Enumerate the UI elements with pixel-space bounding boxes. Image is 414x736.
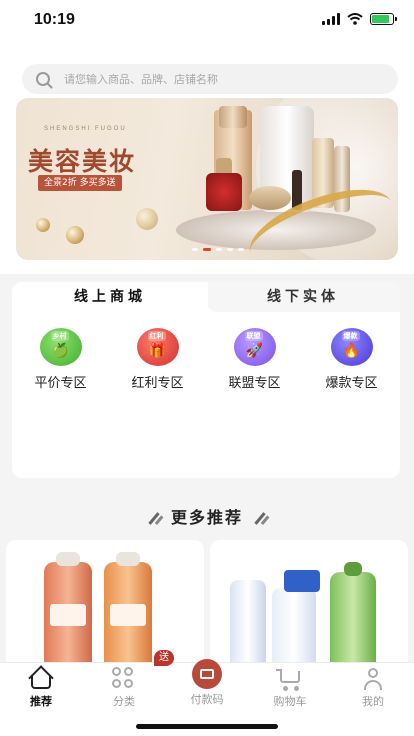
zone-bonus[interactable]: 红利 🎁 红利专区 bbox=[118, 328, 198, 391]
product-image bbox=[330, 572, 376, 670]
tab-label: 我的 bbox=[362, 695, 384, 708]
banner-dot[interactable] bbox=[192, 248, 198, 251]
channel-tabs: 线下实体 线上商城 bbox=[12, 282, 400, 314]
banner-ornament-image bbox=[136, 208, 158, 230]
zone-alliance[interactable]: 联盟 🚀 联盟专区 bbox=[215, 328, 295, 391]
tab-offline-store[interactable]: 线下实体 bbox=[206, 282, 400, 312]
zone-label: 联盟专区 bbox=[228, 376, 281, 391]
gift-icon: 红利 🎁 bbox=[136, 328, 179, 366]
search-icon bbox=[36, 72, 50, 86]
product-image bbox=[56, 552, 80, 566]
product-image bbox=[272, 588, 316, 670]
banner-dot[interactable] bbox=[216, 248, 222, 251]
banner-product-image bbox=[206, 173, 242, 211]
search-bar[interactable] bbox=[22, 64, 398, 94]
search-input[interactable] bbox=[64, 72, 364, 86]
home-indicator bbox=[136, 724, 278, 729]
product-image bbox=[116, 552, 140, 566]
product-image bbox=[344, 562, 362, 576]
home-icon bbox=[28, 665, 54, 691]
cart-icon bbox=[276, 667, 302, 691]
battery-icon bbox=[370, 13, 397, 25]
product-image bbox=[230, 580, 266, 670]
zone-label: 平价专区 bbox=[34, 376, 87, 391]
tab-label: 付款码 bbox=[190, 693, 224, 706]
banner-ornament-image bbox=[36, 218, 50, 232]
banner-product-image bbox=[249, 186, 291, 210]
slash-decoration-icon bbox=[148, 512, 160, 525]
tab-recommend[interactable]: 推荐 bbox=[11, 665, 71, 709]
signal-icon bbox=[322, 13, 340, 25]
banner-dot[interactable] bbox=[238, 248, 244, 251]
zone-list: 乡村 🍏 平价专区 红利 🎁 红利专区 联盟 🚀 联盟专区 爆款 🔥 爆款专区 bbox=[12, 328, 400, 391]
banner-pagination bbox=[192, 248, 244, 251]
banner-tag: 全景2折 多买多送 bbox=[38, 175, 122, 191]
profile-icon bbox=[361, 667, 385, 691]
product-label-image bbox=[110, 604, 146, 626]
slash-decoration-icon bbox=[254, 512, 266, 525]
tab-profile[interactable]: 我的 bbox=[343, 667, 403, 709]
category-icon bbox=[112, 667, 136, 691]
banner-dot[interactable] bbox=[203, 248, 211, 251]
product-label-image bbox=[50, 604, 86, 626]
product-image bbox=[284, 570, 320, 592]
status-bar: 10:19 bbox=[0, 0, 414, 44]
tab-pay-code[interactable]: 付款码 bbox=[177, 659, 237, 707]
product-card[interactable] bbox=[210, 540, 408, 670]
tab-online-mall[interactable]: 线上商城 bbox=[12, 282, 208, 312]
flame-icon: 爆款 🔥 bbox=[330, 328, 373, 366]
status-time: 10:19 bbox=[34, 11, 75, 28]
channel-card: 线下实体 线上商城 乡村🍏 平价专区 红利🎁 红利专区 联盟🚀 联盟专区 bbox=[12, 282, 400, 478]
banner-ornament-image bbox=[66, 226, 84, 244]
header-area: SHENGSHI FUGOU 美容美妆 全景2折 多买多送 bbox=[0, 44, 414, 274]
tab-label: 推荐 bbox=[30, 695, 52, 708]
tab-label: 分类 bbox=[113, 695, 135, 708]
banner-product-image bbox=[219, 106, 247, 128]
tab-label: 购物车 bbox=[273, 695, 307, 708]
tab-cart[interactable]: 购物车 bbox=[260, 667, 320, 709]
banner-dot[interactable] bbox=[227, 248, 233, 251]
wifi-icon bbox=[347, 13, 363, 25]
apple-icon: 乡村 🍏 bbox=[39, 328, 82, 366]
zone-affordable[interactable]: 乡村 🍏 平价专区 bbox=[21, 328, 101, 391]
zone-hot[interactable]: 爆款 🔥 爆款专区 bbox=[312, 328, 392, 391]
zone-label: 爆款专区 bbox=[325, 376, 378, 391]
zone-label: 红利专区 bbox=[131, 376, 184, 391]
app-screen: 10:19 SHENGSHI FUGOU 美容美妆 全景2折 多买多送 bbox=[0, 0, 414, 736]
rocket-icon: 联盟 🚀 bbox=[233, 328, 276, 366]
recommend-title: 更多推荐 bbox=[0, 504, 414, 528]
promo-banner[interactable]: SHENGSHI FUGOU 美容美妆 全景2折 多买多送 bbox=[16, 98, 398, 260]
banner-title: 美容美妆 bbox=[28, 147, 137, 176]
gift-badge: 送 bbox=[154, 650, 174, 666]
status-icons bbox=[322, 13, 397, 25]
tab-category[interactable]: 分类 bbox=[94, 667, 154, 709]
product-card[interactable] bbox=[6, 540, 204, 670]
banner-subtitle: SHENGSHI FUGOU bbox=[44, 126, 127, 132]
pay-code-icon bbox=[192, 659, 222, 689]
